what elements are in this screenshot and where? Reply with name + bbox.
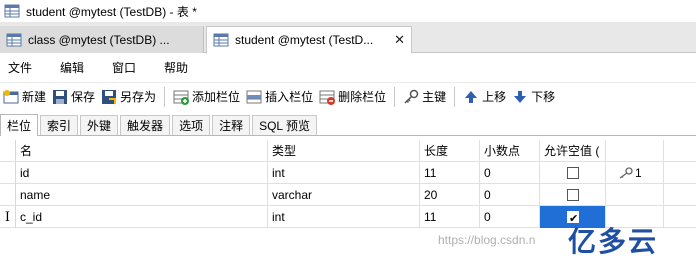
add-field-icon [173,90,190,105]
menu-edit[interactable]: 编辑 [52,59,96,76]
menu-file[interactable]: 文件 [0,59,44,76]
save-as-label: 另存为 [120,90,157,104]
add-field-button[interactable]: 添加栏位 [170,85,243,109]
header-allow-null[interactable]: 允许空值 ( [540,140,606,162]
header-key [606,140,664,162]
text-cursor-icon: I [4,210,11,225]
toolbar-divider [164,86,166,107]
row-indicator-header [0,140,16,162]
allow-null-checkbox[interactable] [567,167,579,179]
move-down-button[interactable]: 下移 [509,85,558,109]
toolbar-divider [394,86,396,107]
key-icon [404,89,419,104]
tab-foreign-keys[interactable]: 外键 [80,115,119,135]
allow-null-cell[interactable] [540,184,606,206]
field-name-cell[interactable]: id [16,162,268,184]
menu-help[interactable]: 帮助 [156,59,200,76]
add-field-label: 添加栏位 [192,90,241,104]
table-row[interactable]: name varchar 20 0 [0,184,696,206]
field-decimal-cell[interactable]: 0 [480,162,540,184]
arrow-down-icon [514,90,527,103]
tab-label: student @mytest (TestD... [235,33,374,47]
row-indicator[interactable] [0,162,16,184]
allow-null-cell[interactable] [540,162,606,184]
field-length-cell[interactable]: 11 [420,206,480,228]
save-icon [53,89,68,104]
toolbar-divider [454,86,456,107]
insert-field-button[interactable]: 插入栏位 [243,85,316,109]
new-button[interactable]: 新建 [0,85,49,109]
table-icon [213,33,229,47]
table-icon [4,4,20,18]
field-name-cell[interactable]: c_id [16,206,268,228]
fields-grid: 名 类型 长度 小数点 允许空值 ( id int 11 0 1 name va… [0,140,696,228]
tab-label: class @mytest (TestDB) ... [28,32,170,47]
tab-sql-preview[interactable]: SQL 预览 [252,115,317,135]
field-type-cell[interactable]: int [268,206,420,228]
field-type-cell[interactable]: int [268,162,420,184]
table-row[interactable]: id int 11 0 1 [0,162,696,184]
header-name[interactable]: 名 [16,140,268,162]
table-icon [6,33,22,46]
document-tabstrip: class @mytest (TestDB) ... student @myte… [0,22,696,54]
arrow-up-icon [465,90,478,103]
menu-bar: 文件 编辑 窗口 帮助 [0,54,696,80]
field-decimal-cell[interactable]: 0 [480,206,540,228]
tab-student[interactable]: student @mytest (TestD... ✕ [206,26,412,54]
header-type[interactable]: 类型 [268,140,420,162]
row-indicator[interactable]: I [0,206,16,228]
tab-options[interactable]: 选项 [172,115,211,135]
save-as-icon [102,89,117,104]
close-icon[interactable]: ✕ [388,32,405,48]
toolbar: 新建 保存 另存为 添加栏位 插入栏位 删除栏位 主键 上移 下移 [0,82,696,110]
key-icon [619,167,633,179]
new-label: 新建 [22,90,47,104]
tab-triggers[interactable]: 触发器 [120,115,171,135]
key-cell: 1 [606,162,664,184]
allow-null-checkbox[interactable] [567,189,579,201]
field-type-cell[interactable]: varchar [268,184,420,206]
watermark-logo: 亿多云 [568,225,659,256]
field-length-cell[interactable]: 11 [420,162,480,184]
insert-field-icon [246,90,262,103]
field-decimal-cell[interactable]: 0 [480,184,540,206]
property-tabs: 栏位 索引 外键 触发器 选项 注释 SQL 预览 [0,114,696,136]
header-decimal[interactable]: 小数点 [480,140,540,162]
move-down-label: 下移 [531,90,556,104]
save-as-button[interactable]: 另存为 [98,85,159,109]
window-titlebar: student @mytest (TestDB) - 表 * [0,0,696,22]
delete-field-icon [319,90,336,105]
new-table-icon [3,89,19,103]
watermark-url: https://blog.csdn.n [438,233,536,247]
tab-indexes[interactable]: 索引 [40,115,79,135]
field-name-cell[interactable]: name [16,184,268,206]
field-length-cell[interactable]: 20 [420,184,480,206]
menu-window[interactable]: 窗口 [104,59,148,76]
window-title: student @mytest (TestDB) - 表 * [26,4,197,19]
tab-comment[interactable]: 注释 [212,115,251,135]
delete-field-label: 删除栏位 [338,90,387,104]
delete-field-button[interactable]: 删除栏位 [316,85,389,109]
grid-header-row: 名 类型 长度 小数点 允许空值 ( [0,140,696,162]
move-up-label: 上移 [482,90,507,104]
tab-fields[interactable]: 栏位 [0,114,39,136]
save-label: 保存 [71,90,96,104]
key-cell [606,184,664,206]
primary-key-label: 主键 [422,90,447,104]
header-length[interactable]: 长度 [420,140,480,162]
key-order: 1 [635,166,642,180]
move-up-button[interactable]: 上移 [460,85,509,109]
save-button[interactable]: 保存 [49,85,98,109]
insert-field-label: 插入栏位 [265,90,314,104]
tab-class[interactable]: class @mytest (TestDB) ... [0,26,204,53]
primary-key-button[interactable]: 主键 [400,85,449,109]
row-indicator[interactable] [0,184,16,206]
